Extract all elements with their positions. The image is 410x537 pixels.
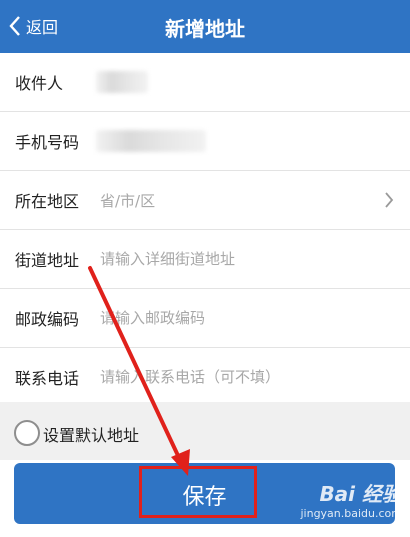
chevron-right-icon[interactable]: [384, 191, 394, 209]
watermark-logo: Bai 经验: [319, 482, 402, 506]
recipient-value-redacted[interactable]: [96, 71, 148, 93]
contact-phone-input[interactable]: [100, 368, 380, 386]
page-title: 新增地址: [165, 17, 245, 41]
postcode-label: 邮政编码: [15, 310, 80, 329]
default-address-label[interactable]: 设置默认地址: [43, 422, 139, 446]
contact-phone-row[interactable]: 联系电话: [0, 348, 410, 407]
recipient-row[interactable]: 收件人: [0, 53, 410, 112]
baidu-jingyan-watermark: Bai 经验 jingyan.baidu.com: [300, 478, 402, 520]
phone-value-redacted[interactable]: [96, 130, 206, 152]
header-bar: 返回 新增地址: [0, 0, 410, 53]
postcode-input[interactable]: [100, 309, 380, 327]
region-label: 所在地区: [15, 192, 80, 211]
contact-phone-label: 联系电话: [15, 369, 80, 388]
phone-label: 手机号码: [15, 133, 80, 152]
street-input[interactable]: [100, 250, 380, 268]
region-row[interactable]: 所在地区 省/市/区: [0, 171, 410, 230]
watermark-url: jingyan.baidu.com: [300, 507, 402, 520]
postcode-row[interactable]: 邮政编码: [0, 289, 410, 348]
address-form: 收件人 手机号码 所在地区 省/市/区 街道地址 邮政编码 联系电话: [0, 53, 410, 407]
region-placeholder[interactable]: 省/市/区: [100, 190, 380, 211]
phone-row[interactable]: 手机号码: [0, 112, 410, 171]
recipient-label: 收件人: [15, 74, 64, 93]
default-address-radio[interactable]: [14, 420, 40, 446]
annotation-highlight-box: [139, 466, 257, 518]
street-row[interactable]: 街道地址: [0, 230, 410, 289]
default-address-area: 设置默认地址: [0, 402, 410, 460]
street-label: 街道地址: [15, 251, 80, 270]
